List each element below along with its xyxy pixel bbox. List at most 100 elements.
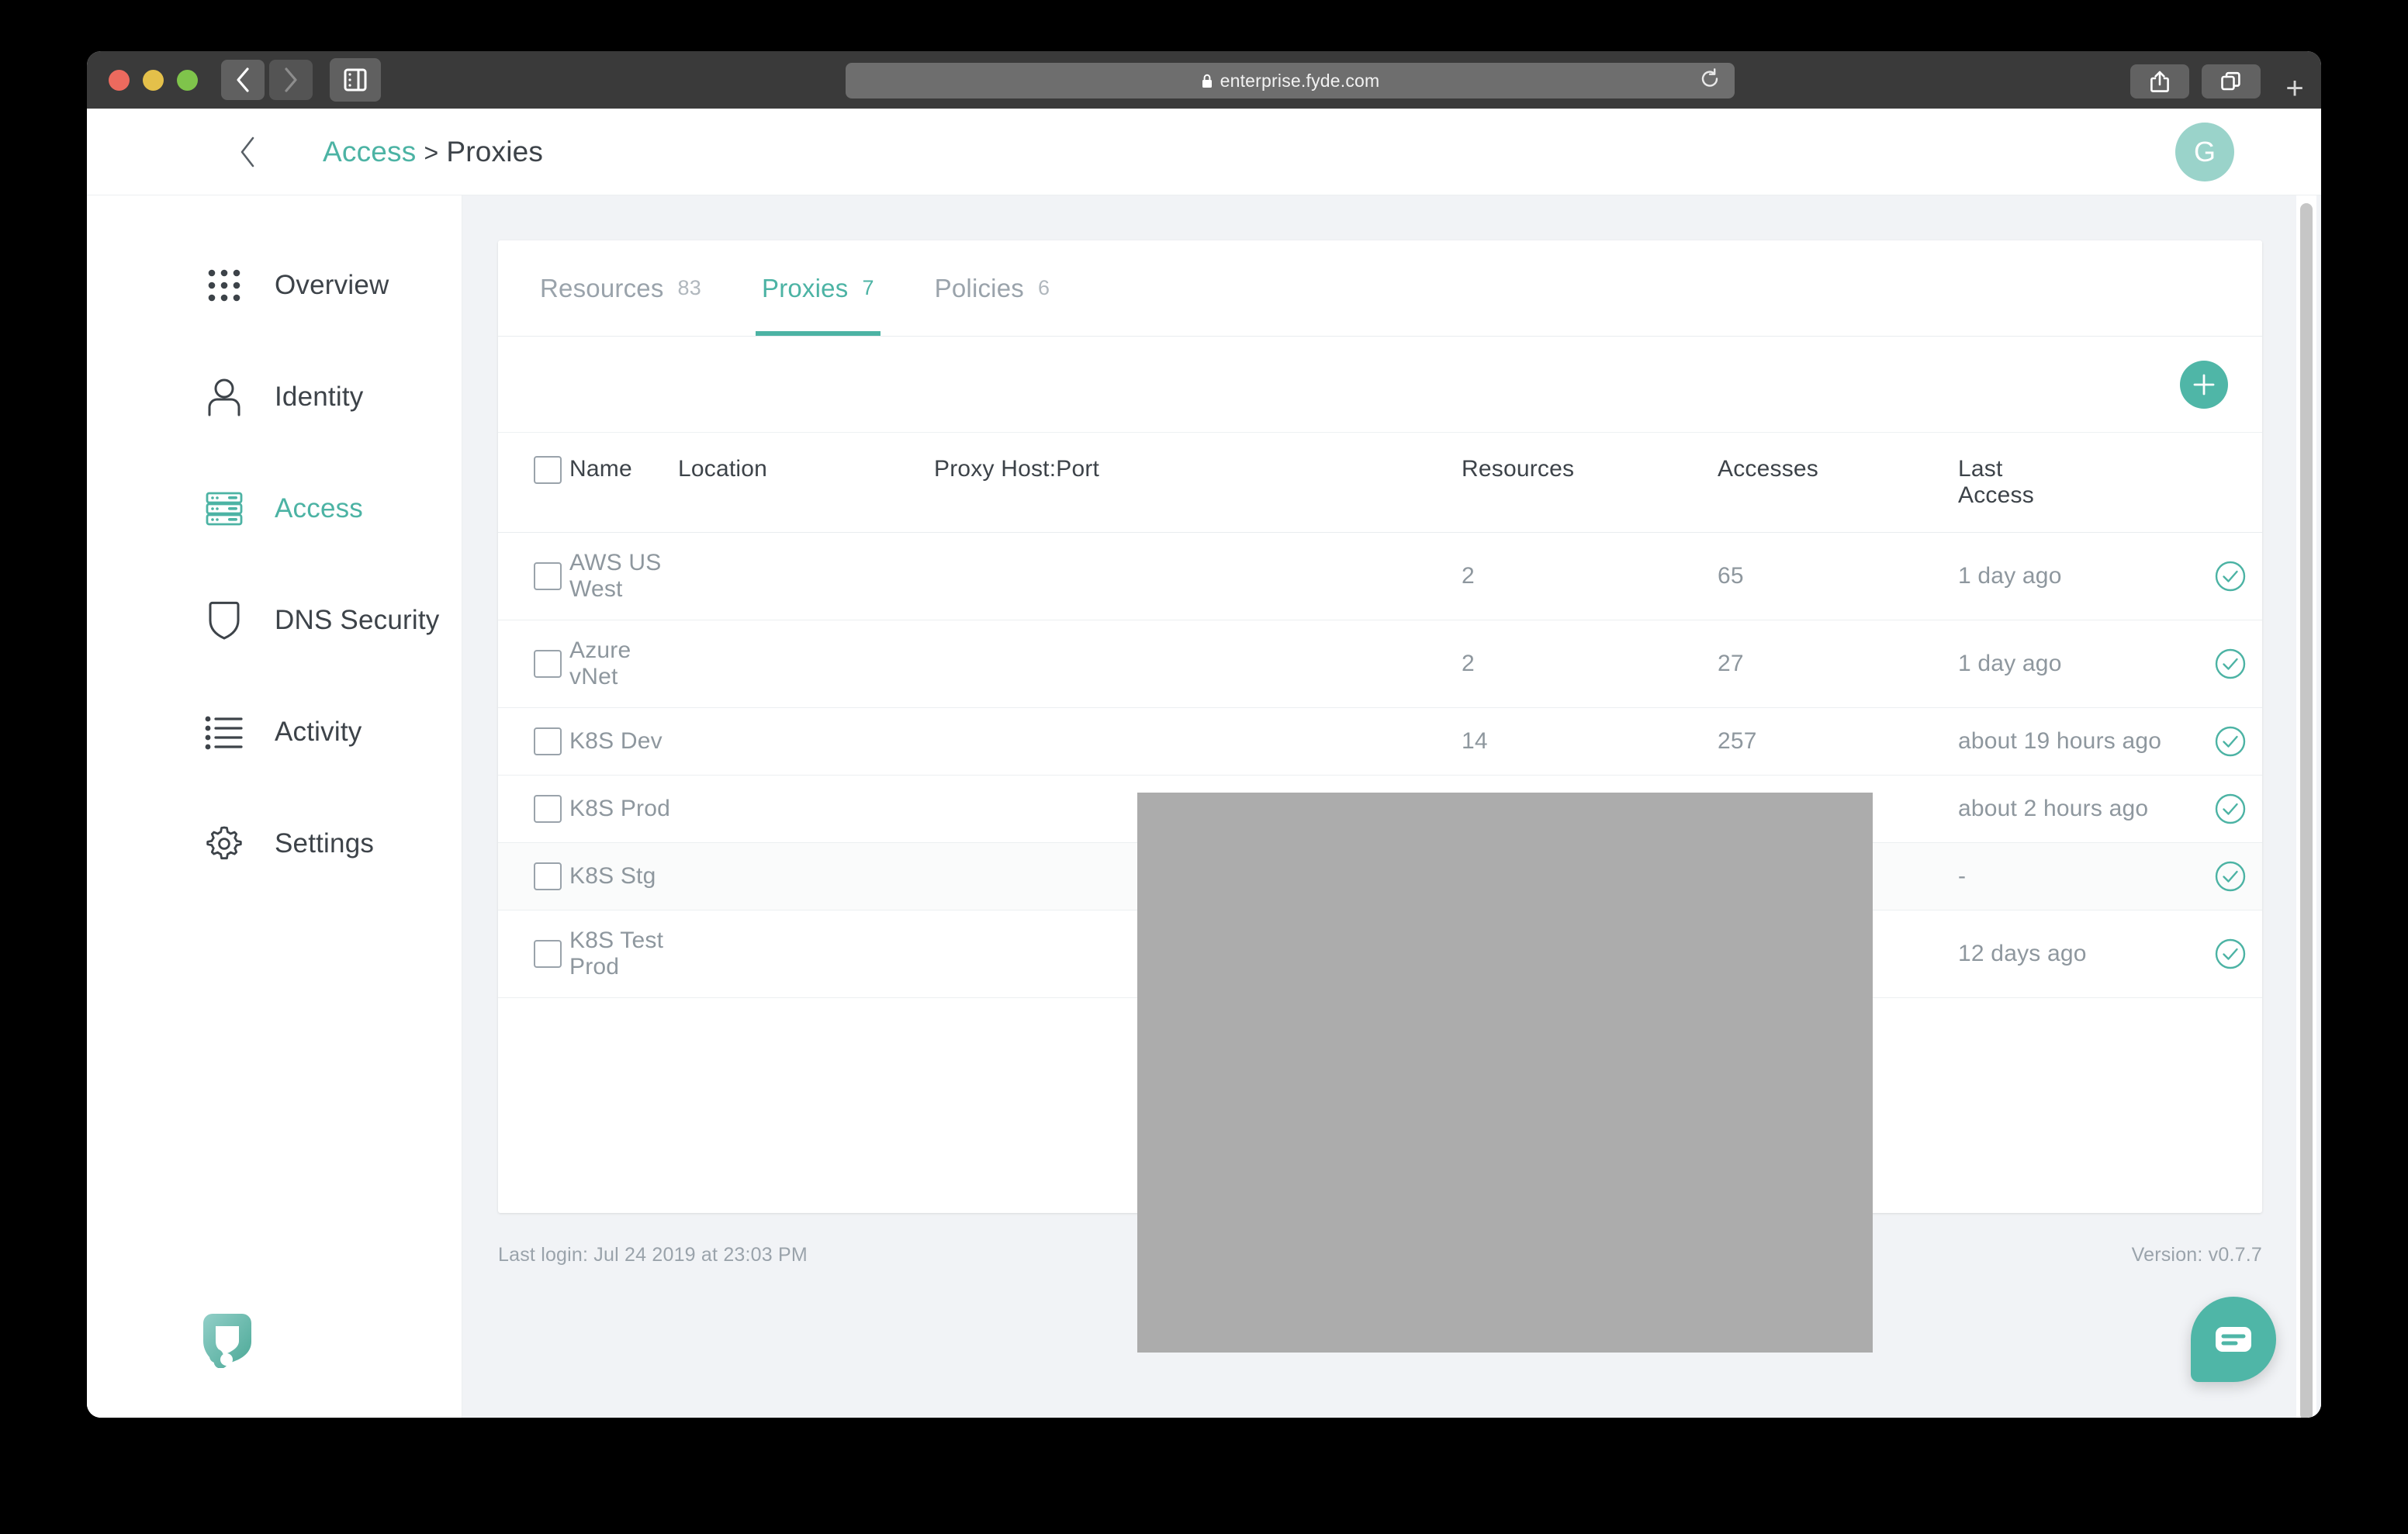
chevron-right-icon bbox=[285, 67, 297, 92]
sidebar-item-label: Settings bbox=[275, 828, 375, 859]
check-circle-icon bbox=[2215, 561, 2246, 592]
row-checkbox[interactable] bbox=[534, 562, 562, 590]
row-checkbox[interactable] bbox=[534, 795, 562, 823]
cell-last-access: - bbox=[1958, 842, 2214, 910]
url-hostname: enterprise.fyde.com bbox=[1220, 70, 1380, 91]
table-header-row: Name Location Proxy Host:Port Resources … bbox=[498, 433, 2262, 533]
column-header-host-port[interactable]: Proxy Host:Port bbox=[934, 433, 1462, 533]
cell-host-port bbox=[934, 620, 1462, 708]
address-bar[interactable]: enterprise.fyde.com bbox=[846, 63, 1735, 98]
new-tab-button[interactable]: + bbox=[2275, 68, 2315, 109]
reload-icon bbox=[1701, 68, 1718, 87]
table-row[interactable]: K8S Dev 14 257 about 19 hours ago bbox=[498, 707, 2262, 776]
cell-status bbox=[2214, 532, 2262, 620]
sidebar-item-dns-security[interactable]: DNS Security bbox=[87, 591, 462, 650]
new-tab-label: + bbox=[2285, 71, 2304, 105]
browser-back-button[interactable] bbox=[221, 60, 265, 100]
tab-resources[interactable]: Resources 83 bbox=[534, 240, 708, 336]
sidebar-item-overview[interactable]: Overview bbox=[87, 256, 462, 315]
sidebar-item-access[interactable]: Access bbox=[87, 479, 462, 538]
reload-button[interactable] bbox=[1699, 68, 1721, 94]
check-circle-icon bbox=[2215, 793, 2246, 824]
column-header-location[interactable]: Location bbox=[678, 433, 934, 533]
shield-icon bbox=[202, 598, 247, 643]
row-select-cell bbox=[498, 707, 569, 776]
select-all-checkbox[interactable] bbox=[534, 456, 562, 484]
breadcrumb-access-link[interactable]: Access bbox=[323, 136, 416, 168]
tab-count: 6 bbox=[1037, 276, 1050, 299]
breadcrumb-current: Proxies bbox=[446, 135, 544, 168]
sidebar-item-settings[interactable]: Settings bbox=[87, 814, 462, 873]
row-checkbox[interactable] bbox=[534, 940, 562, 968]
fyde-logo bbox=[202, 1311, 253, 1369]
row-select-cell bbox=[498, 910, 569, 998]
cell-name: K8S Test Prod bbox=[569, 910, 678, 998]
page-back-button[interactable] bbox=[231, 130, 265, 174]
page-scrollbar-thumb[interactable] bbox=[2300, 203, 2313, 1418]
page-scrollbar[interactable] bbox=[2296, 195, 2316, 1418]
cell-accesses: 65 bbox=[1718, 532, 1958, 620]
cell-resources: 2 bbox=[1462, 620, 1718, 708]
plus-icon bbox=[2193, 374, 2215, 395]
cell-last-access: about 2 hours ago bbox=[1958, 775, 2214, 843]
sidebar-item-identity[interactable]: Identity bbox=[87, 368, 462, 427]
column-header-name[interactable]: Name bbox=[569, 433, 678, 533]
browser-sidebar-toggle-button[interactable] bbox=[330, 58, 381, 102]
cell-accesses: 257 bbox=[1718, 707, 1958, 776]
cell-accesses: 27 bbox=[1718, 620, 1958, 708]
chat-widget-button[interactable] bbox=[2191, 1297, 2276, 1382]
table-row[interactable]: AWS US West 2 65 1 day ago bbox=[498, 532, 2262, 620]
minimize-window-button[interactable] bbox=[143, 69, 164, 91]
redacted-region bbox=[1137, 793, 1873, 1353]
check-circle-icon bbox=[2215, 726, 2246, 757]
row-checkbox[interactable] bbox=[534, 862, 562, 890]
breadcrumb: Access > Proxies bbox=[323, 136, 543, 168]
cell-name: K8S Dev bbox=[569, 707, 678, 776]
add-proxy-button[interactable] bbox=[2180, 360, 2228, 409]
sidebar-item-label: Identity bbox=[275, 382, 364, 412]
browser-forward-button[interactable] bbox=[269, 60, 313, 100]
column-header-last-access[interactable]: Last Access bbox=[1958, 433, 2214, 533]
sidebar: Overview Identity Access DNS Security Ac… bbox=[87, 195, 462, 1418]
row-select-cell bbox=[498, 620, 569, 708]
close-window-button[interactable] bbox=[109, 69, 130, 91]
browser-titlebar: enterprise.fyde.com + bbox=[87, 51, 2321, 109]
tab-count: 7 bbox=[862, 276, 874, 299]
tab-label: Proxies bbox=[761, 273, 849, 302]
window-controls bbox=[109, 69, 198, 91]
cell-location bbox=[678, 620, 934, 708]
table-row[interactable]: Azure vNet 2 27 1 day ago bbox=[498, 620, 2262, 708]
maximize-window-button[interactable] bbox=[177, 69, 198, 91]
column-header-accesses[interactable]: Accesses bbox=[1718, 433, 1958, 533]
row-checkbox[interactable] bbox=[534, 650, 562, 678]
address-bar-text: enterprise.fyde.com bbox=[1201, 71, 1380, 92]
column-header-resources[interactable]: Resources bbox=[1462, 433, 1718, 533]
list-icon bbox=[202, 710, 247, 755]
sidebar-item-activity[interactable]: Activity bbox=[87, 703, 462, 762]
chevron-left-icon bbox=[237, 67, 249, 92]
sidebar-toggle-icon bbox=[344, 68, 367, 92]
avatar[interactable]: G bbox=[2175, 122, 2234, 181]
row-checkbox[interactable] bbox=[534, 727, 562, 755]
row-select-cell bbox=[498, 842, 569, 910]
tab-count: 83 bbox=[677, 276, 701, 299]
cell-name: AWS US West bbox=[569, 532, 678, 620]
content-area: Resources 83 Proxies 7 Policies 6 Name L… bbox=[462, 195, 2321, 1418]
tab-bar: Resources 83 Proxies 7 Policies 6 bbox=[498, 240, 2262, 337]
last-login-text: Last login: Jul 24 2019 at 23:03 PM bbox=[498, 1244, 808, 1266]
tabs-overview-button[interactable] bbox=[2202, 64, 2261, 98]
tab-proxies[interactable]: Proxies 7 bbox=[755, 240, 881, 336]
row-select-cell bbox=[498, 532, 569, 620]
row-select-cell bbox=[498, 775, 569, 843]
tab-policies[interactable]: Policies 6 bbox=[929, 240, 1057, 336]
browser-nav-buttons bbox=[221, 60, 313, 100]
cell-location bbox=[678, 707, 934, 776]
person-icon bbox=[202, 375, 247, 420]
lock-icon bbox=[1202, 74, 1212, 88]
cell-location bbox=[678, 532, 934, 620]
check-circle-icon bbox=[2215, 861, 2246, 892]
gear-icon bbox=[202, 821, 247, 866]
cell-name: Azure vNet bbox=[569, 620, 678, 708]
cell-last-access: about 19 hours ago bbox=[1958, 707, 2214, 776]
share-button[interactable] bbox=[2130, 64, 2189, 98]
